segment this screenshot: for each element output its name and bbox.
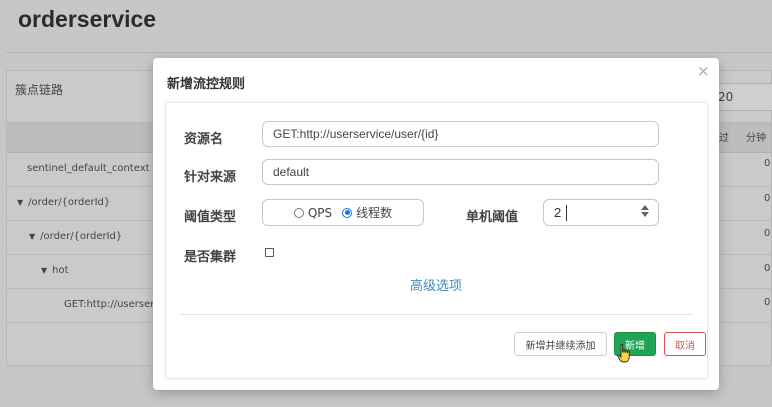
resource-input[interactable] xyxy=(262,121,659,147)
row-label: sentinel_default_context xyxy=(27,163,150,174)
source-label: 针对来源 xyxy=(184,170,237,185)
cluster-label: 是否集群 xyxy=(184,250,237,265)
threshold-value: 2 xyxy=(554,205,562,220)
radio-checked-icon xyxy=(342,207,353,218)
cancel-button[interactable]: 取消 xyxy=(664,332,706,356)
row-label: /order/{orderId} xyxy=(28,197,111,208)
row-value: 0 xyxy=(764,263,771,274)
radio-unchecked-icon xyxy=(293,207,304,218)
threshold-label: 单机阈值 xyxy=(466,210,519,225)
hand-cursor-icon xyxy=(617,344,630,363)
rule-form: 资源名 针对来源 阈值类型 QPS 线程数 单机阈值 2 是否集群 xyxy=(165,102,708,379)
radio-thread-count[interactable]: 线程数 xyxy=(342,204,392,221)
column-header: 分钟 xyxy=(746,133,766,144)
advanced-options-link[interactable]: 高级选项 xyxy=(410,275,462,294)
footer-divider xyxy=(180,314,693,315)
dialog-title: 新增流控规则 xyxy=(167,77,246,92)
threshold-type-radio-group: QPS 线程数 xyxy=(262,199,424,226)
column-header: 过 xyxy=(719,133,729,144)
page-title: orderservice xyxy=(18,6,157,32)
add-flow-rule-dialog: 新增流控规则 × 资源名 针对来源 阈值类型 QPS 线程数 单机阈值 2 xyxy=(153,58,719,390)
expand-icon[interactable]: ▼ xyxy=(41,266,47,275)
chevron-down-icon[interactable] xyxy=(641,212,649,217)
title-divider xyxy=(6,52,772,53)
expand-icon[interactable]: ▼ xyxy=(17,198,23,207)
panel-header-label: 簇点链路 xyxy=(15,83,64,97)
chevron-up-icon[interactable] xyxy=(641,205,649,210)
row-label: hot xyxy=(52,265,69,276)
resource-label: 资源名 xyxy=(184,132,224,147)
row-value: 0 xyxy=(764,193,771,204)
top-right-input-value: 20 xyxy=(718,90,734,104)
radio-qps[interactable]: QPS xyxy=(293,205,333,220)
radio-thread-count-label: 线程数 xyxy=(356,206,393,220)
add-and-continue-button[interactable]: 新增并继续添加 xyxy=(514,332,607,356)
stepper-arrows[interactable] xyxy=(641,205,649,217)
row-value: 0 xyxy=(764,228,771,239)
source-input[interactable] xyxy=(262,159,659,185)
expand-icon[interactable]: ▼ xyxy=(29,232,35,241)
cluster-checkbox[interactable] xyxy=(265,248,274,257)
close-icon[interactable]: × xyxy=(697,62,710,80)
radio-qps-label: QPS xyxy=(307,205,333,220)
threshold-stepper[interactable]: 2 xyxy=(543,199,659,226)
text-caret xyxy=(566,205,567,221)
threshold-type-label: 阈值类型 xyxy=(184,210,237,225)
row-value: 0 xyxy=(764,158,771,169)
row-label: /order/{orderId} xyxy=(40,231,123,242)
row-value: 0 xyxy=(764,297,771,308)
